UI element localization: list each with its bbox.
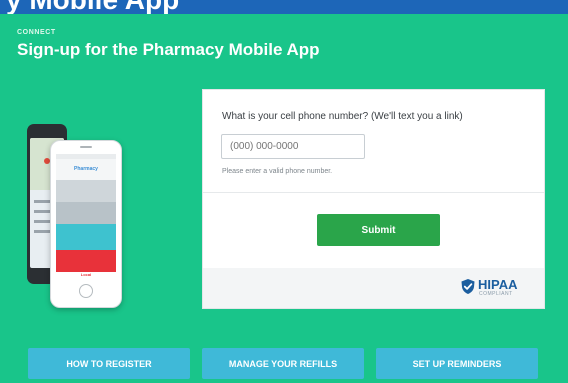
phone-menu-tile [56,180,116,202]
set-up-reminders-button[interactable]: SET UP REMINDERS [376,348,538,379]
top-banner-strip: y Mobile App [0,0,568,14]
section-eyebrow: CONNECT [17,29,56,36]
form-footer: HIPAA COMPLIANT [203,268,544,308]
hipaa-badge-subtitle: COMPLIANT [479,291,513,297]
hipaa-badge: HIPAA COMPLIANT [460,277,530,300]
phone-status-bar [56,154,116,159]
shield-icon [461,279,475,294]
phone-front-screen: Pharmacy Local [56,154,116,278]
phone-number-label: What is your cell phone number? (We'll t… [222,111,463,122]
phone-menu-tile [56,224,116,250]
phone-speaker [80,146,92,148]
signup-panel: CONNECT Sign-up for the Pharmacy Mobile … [0,14,568,383]
hipaa-badge-title: HIPAA [478,277,518,292]
phone-mockup-front: Pharmacy Local [50,140,122,308]
signup-form-card: What is your cell phone number? (We'll t… [202,89,545,309]
phone-footer-brand: Local [56,272,116,278]
manage-refills-button[interactable]: MANAGE YOUR REFILLS [202,348,364,379]
submit-button[interactable]: Submit [317,214,440,246]
phone-number-input[interactable] [221,134,365,159]
phone-menu-tile [56,202,116,224]
section-title: Sign-up for the Pharmacy Mobile App [17,40,320,59]
form-divider [203,192,544,193]
page-heading-fragment: y Mobile App [6,0,179,14]
phone-home-button [79,284,93,298]
phone-app-title: Pharmacy [74,166,98,172]
how-to-register-button[interactable]: HOW TO REGISTER [28,348,190,379]
phone-number-hint: Please enter a valid phone number. [222,168,333,175]
phone-menu-tile [56,250,116,272]
